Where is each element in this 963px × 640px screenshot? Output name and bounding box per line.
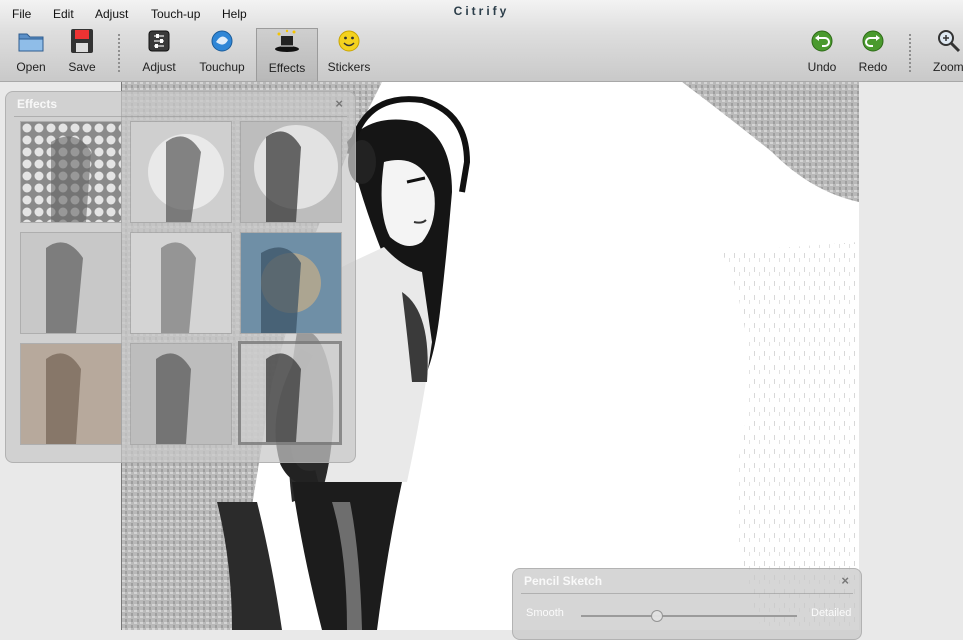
toolbar-separator-right [909,34,911,72]
redo-button[interactable]: Redo [845,28,901,78]
effect-thumbnail-pencil-sketch[interactable] [238,341,342,445]
effects-label: Effects [268,61,306,75]
sliders-icon [145,28,173,54]
magic-hat-icon [273,29,301,55]
stickers-button[interactable]: Stickers [321,28,377,78]
effect-thumbnail-grayscale[interactable] [20,232,122,334]
open-button[interactable]: Open [3,28,59,78]
save-label: Save [68,60,96,74]
effect-thumbnail-sepia[interactable] [20,343,122,445]
detail-slider-handle[interactable] [650,610,663,622]
app-title: Citrify [453,4,510,18]
adjust-button[interactable]: Adjust [131,28,187,78]
slider-min-label: Smooth [526,607,564,619]
pencil-sketch-panel: Pencil Sketch × Smooth Detailed [512,568,862,640]
open-label: Open [16,60,46,74]
redo-label: Redo [858,60,888,74]
effect-thumbnail-vignette[interactable] [130,121,232,223]
panel-divider [521,593,853,594]
slider-max-label: Detailed [811,607,852,619]
adjust-label: Adjust [142,60,176,74]
effect-thumbnail-color-tint[interactable] [240,232,342,334]
undo-label: Undo [807,60,837,74]
effects-button[interactable]: Effects [256,28,318,81]
panel-divider [14,116,347,117]
effect-thumbnail-halftone[interactable] [20,121,122,223]
close-icon[interactable]: × [841,573,849,588]
touchup-brush-icon [208,28,236,54]
floppy-disk-icon [68,28,96,54]
touchup-label: Touchup [199,60,245,74]
undo-arrow-icon [808,28,836,54]
pencil-sketch-title: Pencil Sketch [524,574,603,588]
effect-thumbnail-lighten[interactable] [130,232,232,334]
zoom-label: Zoom [933,60,963,74]
toolbar-separator [118,34,120,72]
effect-thumbnail-soft-glow[interactable] [240,121,342,223]
zoom-button[interactable]: Zoom [921,28,963,78]
effects-panel: Effects × [5,91,356,463]
detail-slider-track[interactable] [581,615,797,617]
smiley-icon [335,28,363,54]
save-button[interactable]: Save [54,28,110,78]
redo-arrow-icon [859,28,887,54]
folder-icon [17,28,45,54]
magnifier-icon [935,28,963,54]
close-icon[interactable]: × [335,96,343,111]
touchup-button[interactable]: Touchup [194,28,250,78]
undo-button[interactable]: Undo [794,28,850,78]
effects-panel-title: Effects [17,97,58,111]
stickers-label: Stickers [327,60,371,74]
top-toolbar: File Edit Adjust Touch-up Help Citrify O… [0,0,963,82]
effect-thumbnail-texture[interactable] [130,343,232,445]
